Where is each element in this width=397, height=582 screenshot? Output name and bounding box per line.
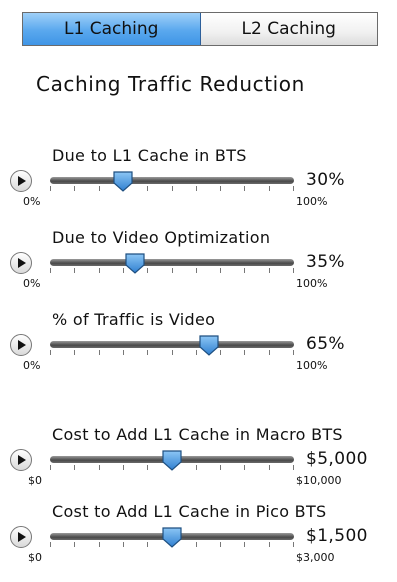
slider-tick xyxy=(269,350,270,355)
slider-max-label: 100% xyxy=(296,359,328,372)
slider-ticks xyxy=(50,350,294,355)
slider-tick xyxy=(244,268,245,273)
slider-tick xyxy=(172,350,173,355)
slider-tick xyxy=(293,186,294,191)
slider-tick xyxy=(196,186,197,191)
slider-ticks xyxy=(50,186,294,191)
slider-tick xyxy=(50,465,51,470)
slider-tick xyxy=(244,186,245,191)
slider-track[interactable] xyxy=(50,259,294,266)
slider-tick xyxy=(244,542,245,547)
slider-macro-bts-cost: Cost to Add L1 Cache in Macro BTS $5,000… xyxy=(0,425,397,505)
slider-tick xyxy=(196,268,197,273)
play-icon[interactable] xyxy=(10,252,32,274)
play-icon[interactable] xyxy=(10,526,32,548)
slider-tick xyxy=(123,542,124,547)
slider-thumb[interactable] xyxy=(198,334,220,356)
slider-tick xyxy=(293,350,294,355)
slider-tick xyxy=(244,350,245,355)
slider-tick xyxy=(293,465,294,470)
slider-tick xyxy=(74,542,75,547)
slider-value: 35% xyxy=(306,252,345,272)
slider-min-label: 0% xyxy=(23,277,41,290)
slider-tick xyxy=(99,268,100,273)
slider-tick xyxy=(220,465,221,470)
slider-tick xyxy=(196,465,197,470)
slider-ticks xyxy=(50,268,294,273)
slider-tick xyxy=(99,542,100,547)
slider-tick xyxy=(147,350,148,355)
slider-min-label: 0% xyxy=(23,195,41,208)
slider-thumb[interactable] xyxy=(161,526,183,548)
slider-tick xyxy=(74,465,75,470)
slider-tick xyxy=(293,268,294,273)
slider-tick xyxy=(220,542,221,547)
play-icon[interactable] xyxy=(10,170,32,192)
slider-tick xyxy=(269,186,270,191)
slider-tick xyxy=(269,268,270,273)
slider-l1-cache-bts: Due to L1 Cache in BTS 30% 0% 100% xyxy=(0,146,397,226)
slider-value: 30% xyxy=(306,170,345,190)
caching-tab-bar: L1 Caching L2 Caching xyxy=(22,12,378,46)
slider-tick xyxy=(147,465,148,470)
slider-value: $1,500 xyxy=(306,526,368,546)
slider-track[interactable] xyxy=(50,177,294,184)
page-title: Caching Traffic Reduction xyxy=(36,72,305,96)
tab-l2-caching[interactable]: L2 Caching xyxy=(200,13,377,45)
slider-max-label: 100% xyxy=(296,277,328,290)
slider-tick xyxy=(220,350,221,355)
slider-tick xyxy=(50,350,51,355)
slider-tick xyxy=(99,186,100,191)
slider-tick xyxy=(269,465,270,470)
slider-max-label: $3,000 xyxy=(296,551,335,564)
slider-label: Due to L1 Cache in BTS xyxy=(52,146,247,165)
slider-label: Cost to Add L1 Cache in Macro BTS xyxy=(52,425,343,444)
slider-max-label: $10,000 xyxy=(296,474,342,487)
slider-value: 65% xyxy=(306,334,345,354)
slider-min-label: 0% xyxy=(23,359,41,372)
tab-l1-caching[interactable]: L1 Caching xyxy=(23,13,201,45)
slider-tick xyxy=(50,268,51,273)
slider-traffic-video: % of Traffic is Video 65% 0% 100% xyxy=(0,310,397,390)
slider-thumb[interactable] xyxy=(124,252,146,274)
slider-min-label: $0 xyxy=(28,551,42,564)
slider-tick xyxy=(220,268,221,273)
slider-tick xyxy=(123,465,124,470)
slider-thumb[interactable] xyxy=(112,170,134,192)
slider-thumb[interactable] xyxy=(161,449,183,471)
slider-tick xyxy=(196,542,197,547)
slider-tick xyxy=(220,186,221,191)
slider-track[interactable] xyxy=(50,341,294,348)
play-icon[interactable] xyxy=(10,334,32,356)
slider-tick xyxy=(74,186,75,191)
slider-min-label: $0 xyxy=(28,474,42,487)
slider-tick xyxy=(172,186,173,191)
slider-tick xyxy=(74,350,75,355)
slider-tick xyxy=(50,186,51,191)
slider-tick xyxy=(74,268,75,273)
slider-label: % of Traffic is Video xyxy=(52,310,216,329)
slider-tick xyxy=(147,268,148,273)
slider-max-label: 100% xyxy=(296,195,328,208)
slider-pico-bts-cost: Cost to Add L1 Cache in Pico BTS $1,500 … xyxy=(0,502,397,582)
slider-video-optimization: Due to Video Optimization 35% 0% 100% xyxy=(0,228,397,308)
slider-tick xyxy=(99,465,100,470)
slider-tick xyxy=(50,542,51,547)
slider-tick xyxy=(172,268,173,273)
slider-tick xyxy=(147,186,148,191)
slider-tick xyxy=(244,465,245,470)
slider-tick xyxy=(293,542,294,547)
slider-label: Cost to Add L1 Cache in Pico BTS xyxy=(52,502,327,521)
slider-tick xyxy=(147,542,148,547)
slider-tick xyxy=(123,350,124,355)
slider-value: $5,000 xyxy=(306,449,368,469)
slider-label: Due to Video Optimization xyxy=(52,228,271,247)
slider-tick xyxy=(99,350,100,355)
play-icon[interactable] xyxy=(10,449,32,471)
slider-tick xyxy=(269,542,270,547)
